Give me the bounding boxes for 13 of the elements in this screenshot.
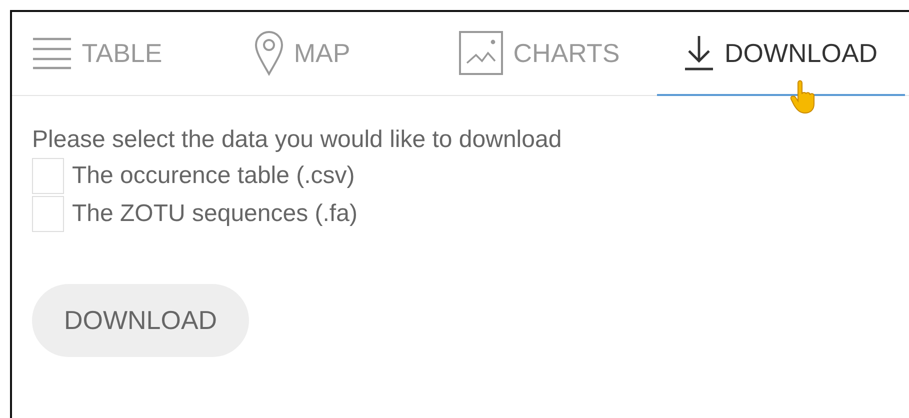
tab[interactable]: MAP — [182, 12, 422, 96]
checkbox[interactable] — [32, 196, 64, 232]
checkbox-label: The ZOTU sequences (.fa) — [72, 200, 358, 228]
menu-icon — [32, 36, 72, 70]
checkbox[interactable] — [32, 158, 64, 194]
tab[interactable]: CHARTS — [422, 12, 657, 96]
download-icon — [684, 35, 714, 71]
instruction-text: Please select the data you would like to download — [32, 126, 563, 154]
tab[interactable]: TABLE — [12, 12, 182, 96]
image-icon — [459, 31, 504, 75]
download-button[interactable]: DOWNLOAD — [32, 284, 249, 357]
map-pin-icon — [254, 30, 284, 76]
checkbox-label: The occurence table (.csv) — [72, 162, 355, 190]
